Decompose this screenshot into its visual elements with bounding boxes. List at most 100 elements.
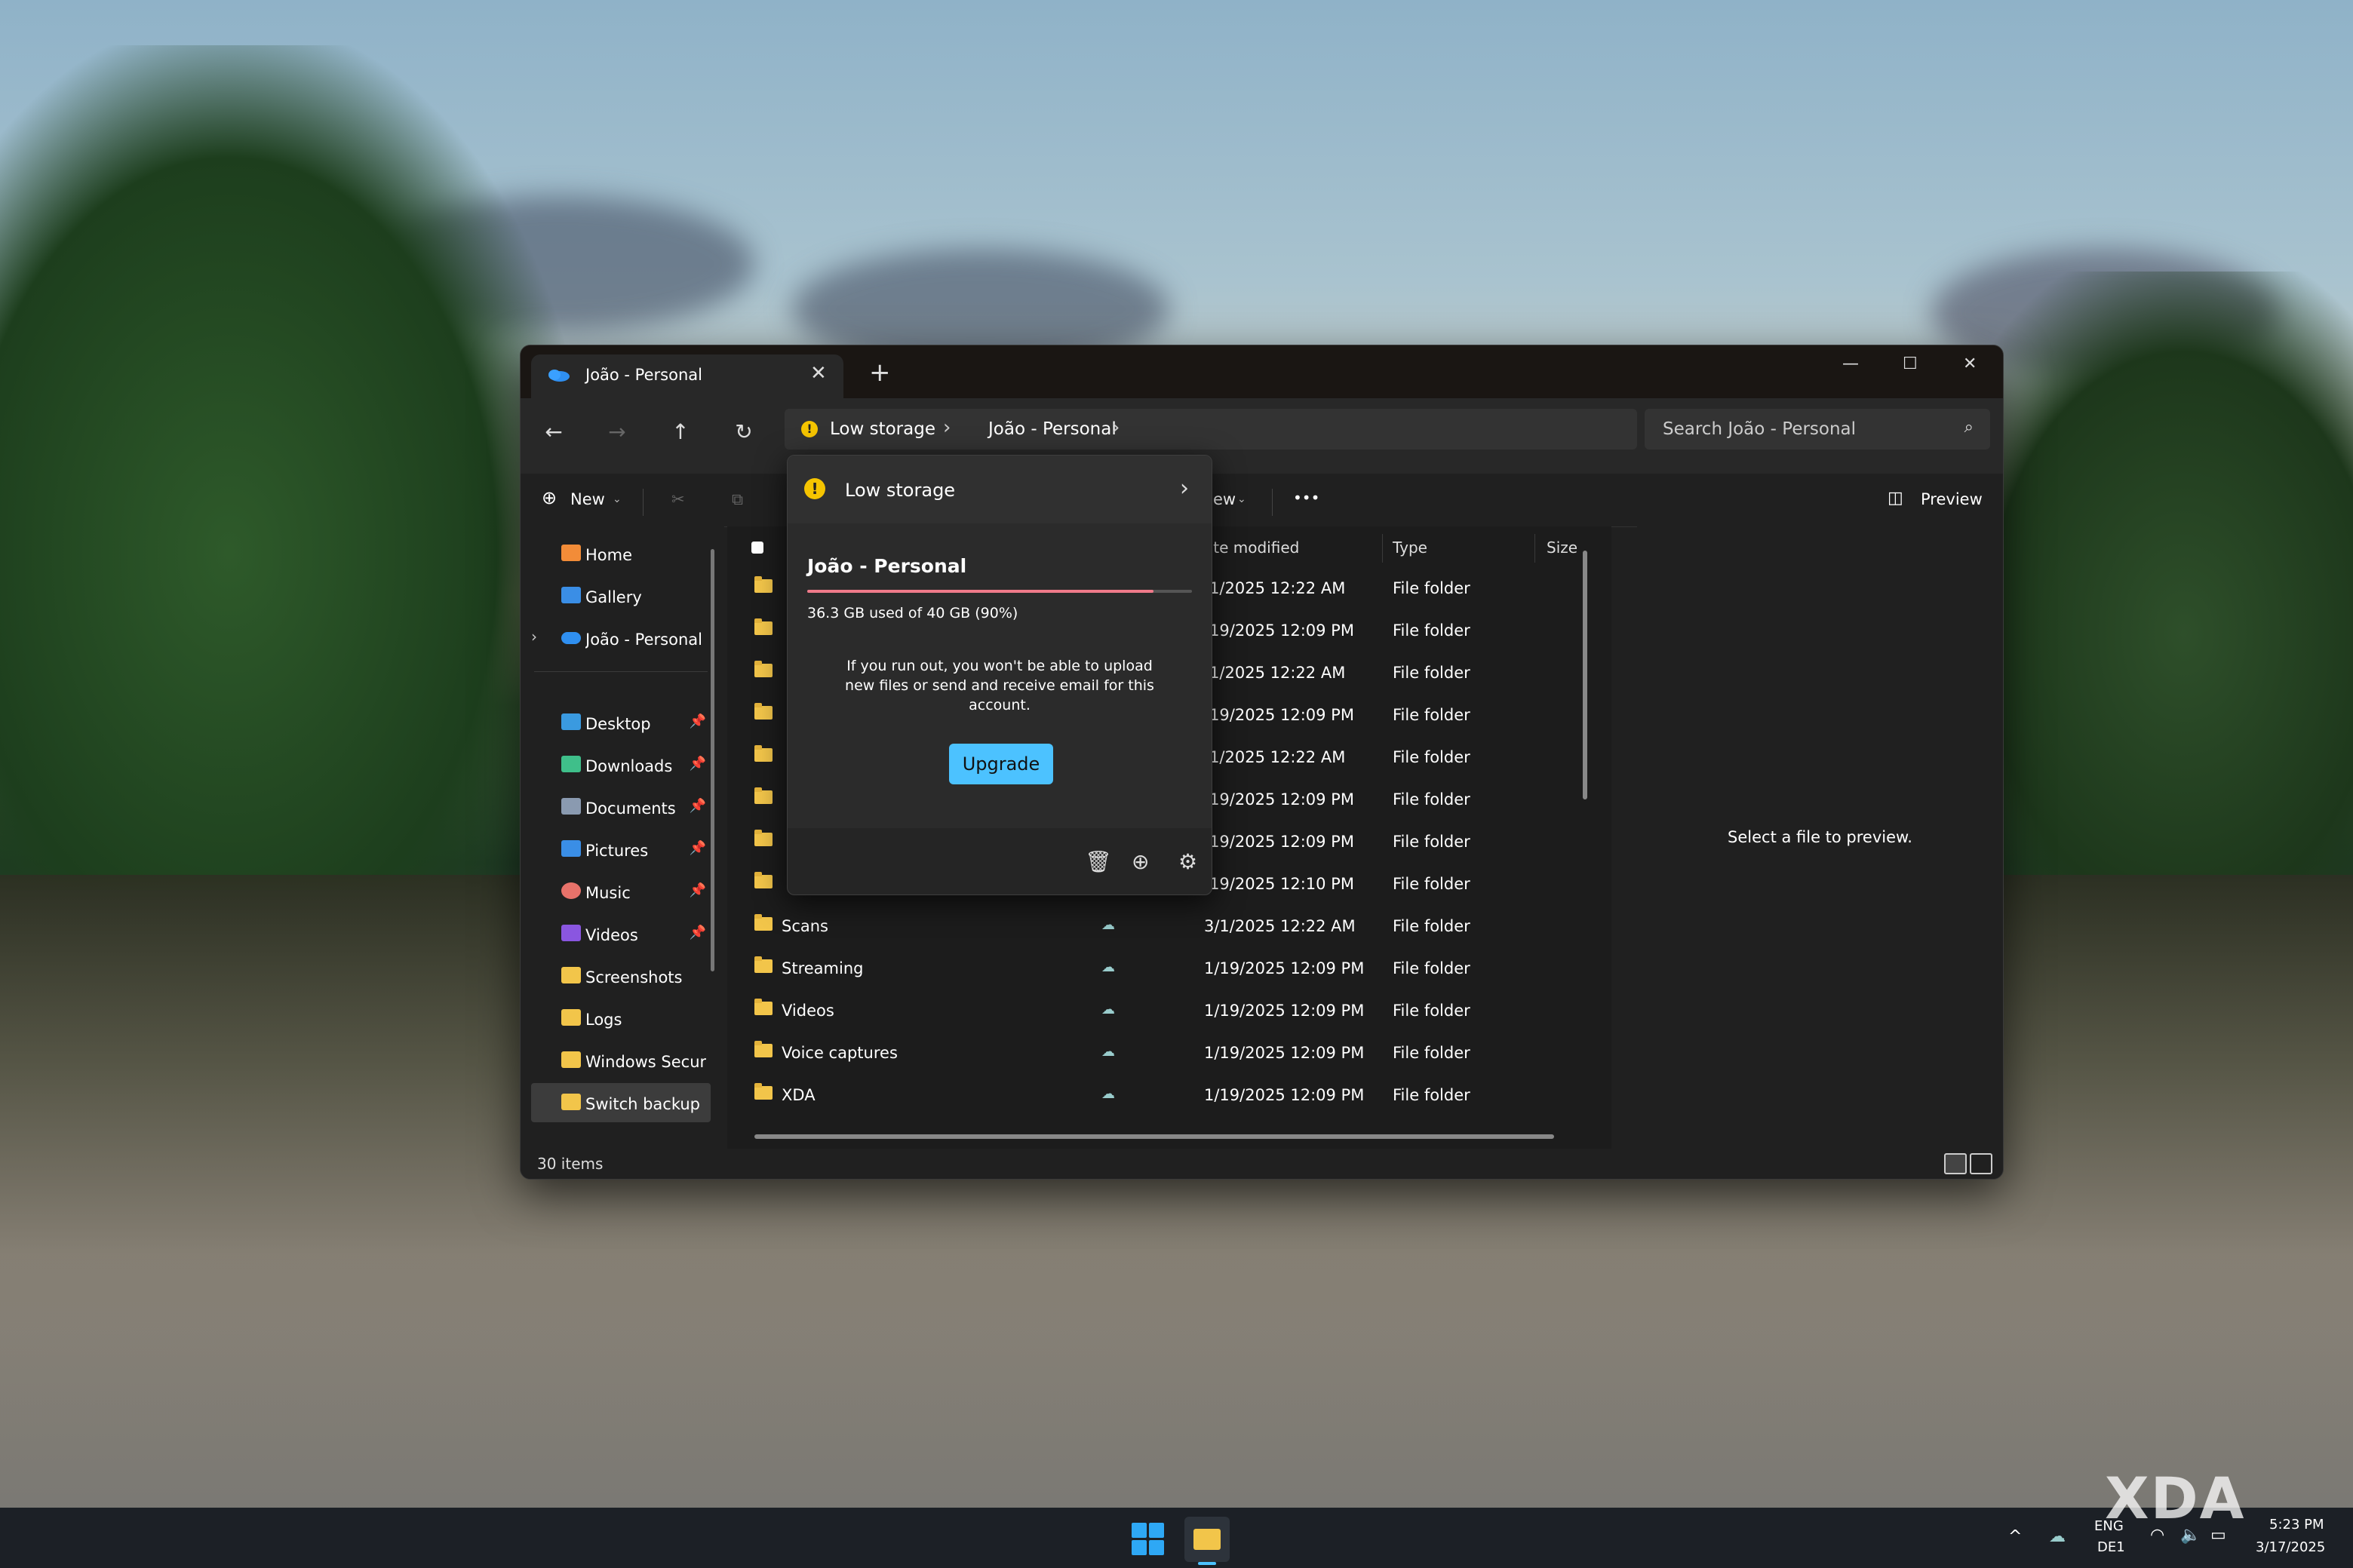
new-button[interactable]: New: [570, 490, 605, 508]
chevron-right-icon[interactable]: ›: [1112, 416, 1120, 439]
refresh-button[interactable]: ↻: [729, 419, 759, 444]
column-size[interactable]: Size: [1547, 539, 1577, 557]
column-type[interactable]: Type: [1393, 539, 1427, 557]
recycle-bin-icon[interactable]: 🗑: [1085, 849, 1112, 874]
tab-joao-personal[interactable]: João - Personal ✕: [531, 354, 843, 398]
low-storage-header[interactable]: ! Low storage ›: [788, 456, 1212, 523]
back-button[interactable]: ←: [539, 419, 569, 444]
sidebar-item-label: Screenshots: [585, 968, 683, 987]
file-name: Videos: [782, 1002, 834, 1020]
file-type: File folder: [1393, 790, 1470, 809]
plus-circle-icon: ⊕: [542, 487, 558, 508]
maximize-button[interactable]: ☐: [1903, 354, 1918, 373]
table-row[interactable]: Streaming ☁ 1/19/2025 12:09 PM File folder: [727, 949, 1595, 991]
view-button[interactable]: ew: [1213, 490, 1236, 508]
sidebar-item-label: Documents: [585, 799, 676, 818]
file-explorer-taskbar-icon[interactable]: [1184, 1517, 1230, 1562]
sidebar-item-music[interactable]: Music 📌: [531, 872, 711, 911]
sidebar-item-label: Downloads: [585, 757, 673, 775]
gallery-icon: [561, 587, 581, 603]
flyout-footer: 🗑 ⊕ ⚙: [788, 828, 1212, 894]
onedrive-tray-icon[interactable]: ☁: [2049, 1527, 2066, 1546]
file-type: File folder: [1393, 1086, 1470, 1104]
folder-icon: [561, 967, 581, 983]
tray-overflow-chevron[interactable]: ^: [2008, 1527, 2022, 1546]
globe-icon[interactable]: ⊕: [1132, 849, 1149, 874]
pin-icon[interactable]: 📌: [690, 756, 706, 772]
chevron-right-icon[interactable]: ›: [531, 628, 537, 646]
music-icon: [561, 882, 581, 899]
sidebar-item-downloads[interactable]: Downloads 📌: [531, 745, 711, 784]
sidebar-item-label: Gallery: [585, 588, 642, 606]
navigation-bar: ← → ↑ ↻ ! Low storage › João - Personal …: [521, 398, 2003, 474]
column-date-modified[interactable]: ate modified: [1204, 539, 1299, 557]
folder-icon: [754, 618, 773, 635]
sidebar-item-switch-backup[interactable]: Switch backup: [531, 1083, 711, 1122]
preview-button[interactable]: Preview: [1921, 490, 1983, 508]
pin-icon[interactable]: 📌: [690, 882, 706, 898]
sidebar-item-onedrive[interactable]: › João - Personal: [531, 618, 711, 658]
gear-icon[interactable]: ⚙: [1178, 849, 1197, 874]
sidebar-item-documents[interactable]: Documents 📌: [531, 787, 711, 827]
clock-date[interactable]: 3/17/2025: [2256, 1539, 2325, 1555]
up-button[interactable]: ↑: [665, 419, 696, 444]
language-indicator-bottom[interactable]: DE1: [2097, 1539, 2125, 1555]
xda-watermark: XDA: [2105, 1465, 2246, 1532]
pin-icon[interactable]: 📌: [690, 925, 706, 940]
table-row[interactable]: Videos ☁ 1/19/2025 12:09 PM File folder: [727, 991, 1595, 1033]
search-input[interactable]: Search João - Personal: [1663, 419, 1856, 439]
new-tab-button[interactable]: +: [869, 357, 891, 388]
table-row[interactable]: Scans ☁ 3/1/2025 12:22 AM File folder: [727, 907, 1595, 949]
folder-icon: [754, 914, 773, 931]
close-window-button[interactable]: ✕: [1963, 354, 1977, 373]
minimize-button[interactable]: —: [1842, 354, 1859, 373]
sidebar-item-screenshots[interactable]: Screenshots: [531, 956, 711, 996]
storage-progress-fill: [807, 590, 1153, 593]
select-all-checkbox[interactable]: [751, 542, 763, 554]
forward-button[interactable]: →: [602, 419, 632, 444]
folder-icon: [754, 576, 773, 593]
breadcrumb-location[interactable]: João - Personal: [988, 419, 1117, 439]
file-date: /19/2025 12:09 PM: [1204, 790, 1354, 809]
upgrade-button[interactable]: Upgrade: [949, 744, 1053, 784]
table-row[interactable]: XDA ☁ 1/19/2025 12:09 PM File folder: [727, 1076, 1595, 1118]
navigation-pane: Home Gallery › João - Personal Desktop 📌…: [521, 526, 724, 1149]
tab-close-icon[interactable]: ✕: [810, 362, 827, 385]
windows-start-icon[interactable]: [1132, 1523, 1165, 1556]
sidebar-item-home[interactable]: Home: [531, 534, 711, 573]
file-name: Voice captures: [782, 1044, 898, 1062]
sidebar-scrollbar[interactable]: [711, 549, 714, 971]
more-options-icon[interactable]: •••: [1293, 489, 1319, 507]
sidebar-item-gallery[interactable]: Gallery: [531, 576, 711, 615]
file-explorer-window: João - Personal ✕ + — ☐ ✕ ← → ↑ ↻ ! Low …: [520, 345, 2004, 1180]
sidebar-item-windows-security[interactable]: Windows Securit: [531, 1041, 711, 1080]
vertical-scrollbar[interactable]: [1583, 551, 1587, 799]
file-type: File folder: [1393, 959, 1470, 977]
pin-icon[interactable]: 📌: [690, 713, 706, 729]
pin-icon[interactable]: 📌: [690, 798, 706, 814]
clock-time[interactable]: 5:23 PM: [2269, 1517, 2324, 1533]
sidebar-item-logs[interactable]: Logs: [531, 999, 711, 1038]
search-box[interactable]: Search João - Personal ⌕: [1645, 409, 1990, 450]
folder-icon: [754, 872, 773, 888]
address-bar[interactable]: ! Low storage › João - Personal ›: [785, 409, 1637, 450]
copy-icon[interactable]: ⧉: [732, 490, 743, 509]
sidebar-item-label: Switch backup: [585, 1095, 701, 1113]
sidebar-item-videos[interactable]: Videos 📌: [531, 914, 711, 953]
cut-icon[interactable]: ✂: [671, 490, 685, 508]
sidebar-item-desktop[interactable]: Desktop 📌: [531, 703, 711, 742]
details-view-icon[interactable]: [1944, 1153, 1967, 1174]
cloud-icon: ☁: [1101, 1002, 1115, 1017]
horizontal-scrollbar[interactable]: [754, 1134, 1554, 1139]
address-low-storage[interactable]: Low storage: [830, 419, 935, 439]
taskbar: ^ ☁ ENG DE1 ◠ 🔈 ▭ 5:23 PM 3/17/2025: [0, 1508, 2353, 1568]
chevron-right-icon[interactable]: ›: [943, 416, 951, 439]
sidebar-item-label: Desktop: [585, 715, 651, 733]
sidebar-item-label: Logs: [585, 1011, 622, 1029]
sidebar-item-pictures[interactable]: Pictures 📌: [531, 830, 711, 869]
table-row[interactable]: Voice captures ☁ 1/19/2025 12:09 PM File fo…: [727, 1033, 1595, 1076]
pin-icon[interactable]: 📌: [690, 840, 706, 856]
tiles-view-icon[interactable]: [1970, 1153, 1992, 1174]
file-type: File folder: [1393, 748, 1470, 766]
folder-icon: [561, 1051, 581, 1068]
